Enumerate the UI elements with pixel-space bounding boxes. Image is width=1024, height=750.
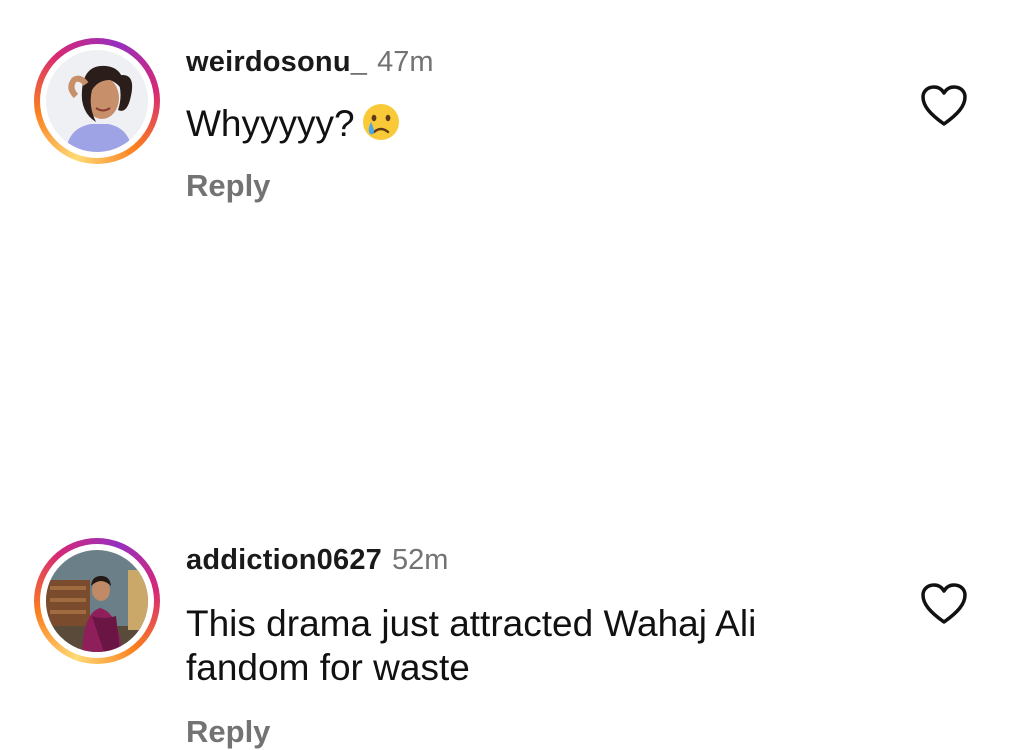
avatar-border: [40, 544, 154, 658]
avatar-border: [40, 44, 154, 158]
avatar-story-ring[interactable]: [34, 538, 160, 664]
reply-button[interactable]: Reply: [186, 168, 270, 204]
comment-timestamp: 47m: [377, 46, 434, 78]
comment-timestamp: 52m: [392, 544, 449, 576]
heart-outline-icon[interactable]: [920, 84, 968, 128]
comment-item: weirdosonu_ 47m Whyyyyy? Reply: [0, 0, 1024, 240]
comment-text: This drama just attracted Wahaj Ali fand…: [186, 603, 757, 688]
comment-text: Whyyyyy?: [186, 102, 826, 152]
comment-username[interactable]: addiction0627: [186, 544, 382, 576]
avatar[interactable]: [46, 50, 148, 152]
reply-button[interactable]: Reply: [186, 714, 270, 750]
avatar[interactable]: [46, 550, 148, 652]
avatar-story-ring[interactable]: [34, 38, 160, 164]
crying-face-icon: [361, 102, 401, 152]
comment-username[interactable]: weirdosonu_: [186, 46, 367, 78]
comment-meta: addiction0627 52m: [186, 544, 448, 577]
comment-item: addiction0627 52m This drama just attract…: [0, 260, 1024, 749]
comment-text-body: Whyyyyy?: [186, 103, 355, 144]
comment-meta: weirdosonu_ 47m: [186, 46, 433, 79]
heart-outline-icon[interactable]: [920, 582, 968, 626]
